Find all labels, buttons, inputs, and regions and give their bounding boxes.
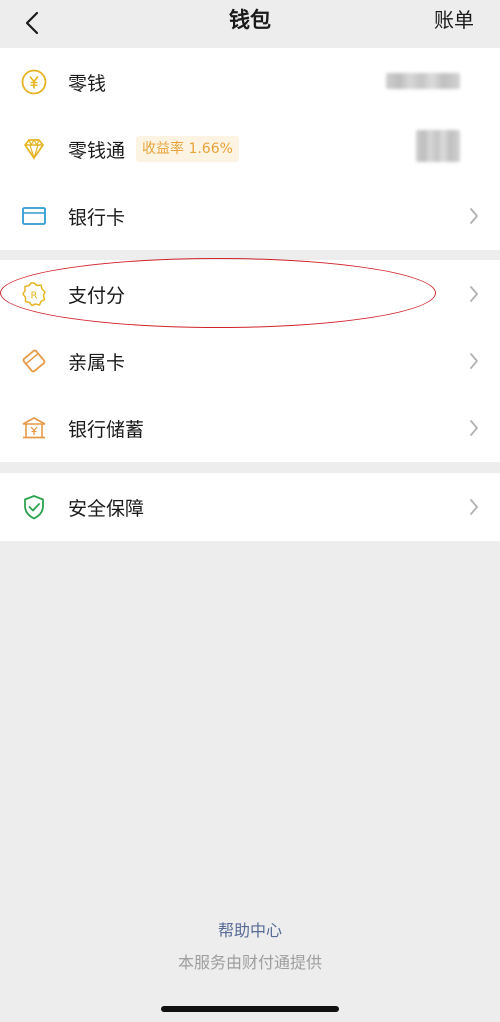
hidden-balance-value xyxy=(416,130,460,162)
row-change-plus[interactable]: 零钱通 收益率 1.66% xyxy=(0,116,500,182)
row-security[interactable]: 安全保障 xyxy=(0,473,500,541)
security-group: 安全保障 xyxy=(0,473,500,541)
row-label: 零钱通 xyxy=(68,140,126,162)
balance-group: 零钱 零钱通 收益率 1.66% 银行卡 xyxy=(0,48,500,250)
row-bank-card[interactable]: 银行卡 xyxy=(0,182,500,250)
row-change[interactable]: 零钱 xyxy=(0,48,500,116)
hidden-balance-value xyxy=(386,73,460,89)
row-payscore[interactable]: R 支付分 xyxy=(0,260,500,328)
chevron-right-icon xyxy=(468,497,480,517)
home-indicator[interactable] xyxy=(161,1006,339,1012)
security-shield-icon xyxy=(20,493,48,521)
coin-yen-icon xyxy=(20,68,48,96)
bill-button[interactable]: 账单 xyxy=(434,0,474,44)
chevron-right-icon xyxy=(468,284,480,304)
row-label: 亲属卡 xyxy=(68,352,126,374)
row-label: 支付分 xyxy=(68,285,126,307)
page-title: 钱包 xyxy=(229,8,271,32)
chevron-right-icon xyxy=(468,351,480,371)
row-label: 银行卡 xyxy=(68,207,126,229)
row-label: 零钱 xyxy=(68,73,107,95)
row-label: 安全保障 xyxy=(68,498,145,520)
bank-savings-icon xyxy=(20,414,48,442)
bank-card-icon xyxy=(20,202,48,230)
wallet-page: 钱包 账单 零钱 零钱通 收益率 1.66% 银行卡 R 支付分 亲属卡 银行储… xyxy=(0,0,500,1022)
row-bank-savings[interactable]: 银行储蓄 xyxy=(0,394,500,462)
row-family-card[interactable]: 亲属卡 xyxy=(0,328,500,394)
chevron-left-icon xyxy=(25,11,39,35)
row-label: 银行储蓄 xyxy=(68,419,145,441)
help-center-link[interactable]: 帮助中心 xyxy=(0,917,500,941)
yield-rate-badge: 收益率 1.66% xyxy=(136,136,239,162)
chevron-right-icon xyxy=(468,206,480,226)
family-card-icon xyxy=(20,347,48,375)
services-group: R 支付分 亲属卡 银行储蓄 xyxy=(0,260,500,462)
payscore-badge-icon: R xyxy=(20,280,48,308)
provider-text: 本服务由财付通提供 xyxy=(177,953,322,972)
svg-text:R: R xyxy=(31,291,38,302)
back-button[interactable] xyxy=(14,6,50,40)
nav-bar: 钱包 账单 xyxy=(0,0,500,46)
diamond-icon xyxy=(20,135,48,163)
chevron-right-icon xyxy=(468,418,480,438)
